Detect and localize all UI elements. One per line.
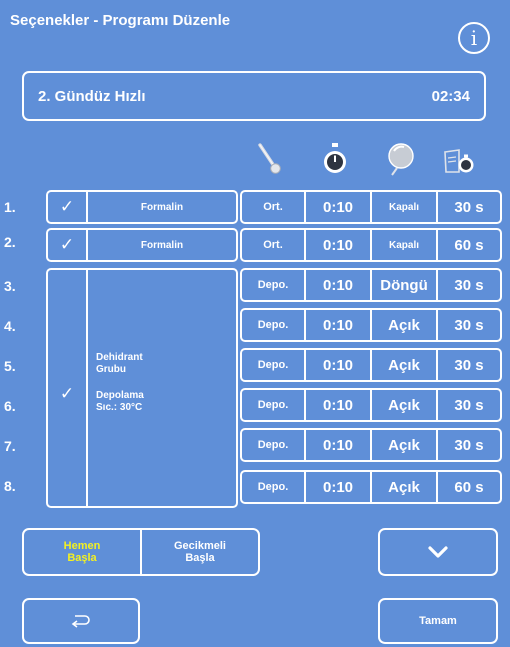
thermometer-icon bbox=[258, 143, 281, 174]
step-1-settings: Ort. 0:10 Kapalı 30 s bbox=[240, 190, 502, 224]
step-2-reagent[interactable]: ✓ Formalin bbox=[46, 228, 238, 262]
step-3-settings: Depo. 0:10 Döngü 30 s bbox=[240, 268, 502, 302]
group-storage-temp: Sıc.: 30°C bbox=[96, 402, 143, 413]
step-5-mode[interactable]: Depo. bbox=[242, 350, 304, 380]
step-2-mode[interactable]: Ort. bbox=[242, 230, 304, 260]
step-4-time[interactable]: 0:10 bbox=[304, 310, 370, 340]
row-number: 6. bbox=[4, 398, 16, 414]
step-8-drip[interactable]: 60 s bbox=[436, 472, 500, 502]
group-checkbox[interactable]: ✓ bbox=[48, 270, 88, 506]
step-7-settings: Depo. 0:10 Açık 30 s bbox=[240, 428, 502, 462]
info-button[interactable]: i bbox=[458, 22, 490, 54]
step-5-settings: Depo. 0:10 Açık 30 s bbox=[240, 348, 502, 382]
ok-button[interactable]: Tamam bbox=[378, 598, 498, 644]
row-number: 1. bbox=[4, 199, 16, 215]
step-4-drip[interactable]: 30 s bbox=[436, 310, 500, 340]
step-4-settings: Depo. 0:10 Açık 30 s bbox=[240, 308, 502, 342]
step-4-mode[interactable]: Depo. bbox=[242, 310, 304, 340]
row-number: 4. bbox=[4, 318, 16, 334]
return-icon bbox=[71, 615, 90, 628]
back-button[interactable] bbox=[22, 598, 140, 644]
step-5-drip[interactable]: 30 s bbox=[436, 350, 500, 380]
row-number: 2. bbox=[4, 234, 16, 250]
group-name-line2: Grubu bbox=[96, 364, 126, 375]
step-5-vacuum[interactable]: Açık bbox=[370, 350, 436, 380]
step-8-vacuum[interactable]: Açık bbox=[370, 472, 436, 502]
step-7-time[interactable]: 0:10 bbox=[304, 430, 370, 460]
reagent-group[interactable]: ✓ Dehidrant Grubu Depolama Sıc.: 30°C bbox=[46, 268, 238, 508]
delayed-start-button[interactable]: Gecikmeli Başla bbox=[140, 530, 258, 574]
group-name-line1: Dehidrant bbox=[96, 352, 143, 363]
program-name-field[interactable]: 2. Gündüz Hızlı 02:34 bbox=[22, 71, 486, 121]
vacuum-icon bbox=[388, 143, 414, 176]
step-1-reagent-name: Formalin bbox=[140, 201, 184, 213]
step-8-settings: Depo. 0:10 Açık 60 s bbox=[240, 470, 502, 504]
step-6-settings: Depo. 0:10 Açık 30 s bbox=[240, 388, 502, 422]
step-5-time[interactable]: 0:10 bbox=[304, 350, 370, 380]
step-3-time[interactable]: 0:10 bbox=[304, 270, 370, 300]
group-storage-label: Depolama bbox=[96, 390, 144, 401]
step-2-settings: Ort. 0:10 Kapalı 60 s bbox=[240, 228, 502, 262]
step-6-time[interactable]: 0:10 bbox=[304, 390, 370, 420]
step-7-drip[interactable]: 30 s bbox=[436, 430, 500, 460]
row-number: 8. bbox=[4, 478, 16, 494]
page-title: Seçenekler - Programı Düzenle bbox=[10, 12, 231, 29]
start-now-line1: Hemen bbox=[63, 540, 101, 552]
step-2-checkbox[interactable]: ✓ bbox=[48, 230, 88, 260]
group-label: Dehidrant Grubu Depolama Sıc.: 30°C bbox=[88, 270, 236, 506]
start-now-button[interactable]: Hemen Başla bbox=[24, 530, 140, 574]
step-7-mode[interactable]: Depo. bbox=[242, 430, 304, 460]
start-now-line2: Başla bbox=[67, 552, 97, 564]
program-duration: 02:34 bbox=[431, 87, 470, 105]
step-6-mode[interactable]: Depo. bbox=[242, 390, 304, 420]
step-6-vacuum[interactable]: Açık bbox=[370, 390, 436, 420]
row-number: 5. bbox=[4, 358, 16, 374]
chevron-down-icon bbox=[428, 546, 448, 558]
step-3-mode[interactable]: Depo. bbox=[242, 270, 304, 300]
step-3-drip[interactable]: 30 s bbox=[436, 270, 500, 300]
step-1-time[interactable]: 0:10 bbox=[304, 192, 370, 222]
step-2-time[interactable]: 0:10 bbox=[304, 230, 370, 260]
info-icon: i bbox=[470, 26, 478, 50]
start-mode-selector: Hemen Başla Gecikmeli Başla bbox=[22, 528, 260, 576]
stopwatch-icon bbox=[324, 143, 346, 173]
step-4-vacuum[interactable]: Açık bbox=[370, 310, 436, 340]
step-3-vacuum[interactable]: Döngü bbox=[370, 270, 436, 300]
step-1-reagent[interactable]: ✓ Formalin bbox=[46, 190, 238, 224]
row-number: 7. bbox=[4, 438, 16, 454]
scroll-down-button[interactable] bbox=[378, 528, 498, 576]
step-2-vacuum[interactable]: Kapalı bbox=[370, 230, 436, 260]
step-8-mode[interactable]: Depo. bbox=[242, 472, 304, 502]
step-1-checkbox[interactable]: ✓ bbox=[48, 192, 88, 222]
step-6-drip[interactable]: 30 s bbox=[436, 390, 500, 420]
step-2-reagent-name: Formalin bbox=[140, 239, 184, 251]
row-number: 3. bbox=[4, 278, 16, 294]
delayed-start-line1: Gecikmeli bbox=[174, 540, 226, 552]
step-2-drip[interactable]: 60 s bbox=[436, 230, 500, 260]
drip-timer-icon bbox=[444, 149, 474, 173]
step-7-vacuum[interactable]: Açık bbox=[370, 430, 436, 460]
step-1-drip[interactable]: 30 s bbox=[436, 192, 500, 222]
program-name: 2. Gündüz Hızlı bbox=[38, 87, 146, 105]
step-8-time[interactable]: 0:10 bbox=[304, 472, 370, 502]
step-1-vacuum[interactable]: Kapalı bbox=[370, 192, 436, 222]
step-1-mode[interactable]: Ort. bbox=[242, 192, 304, 222]
delayed-start-line2: Başla bbox=[185, 552, 215, 564]
